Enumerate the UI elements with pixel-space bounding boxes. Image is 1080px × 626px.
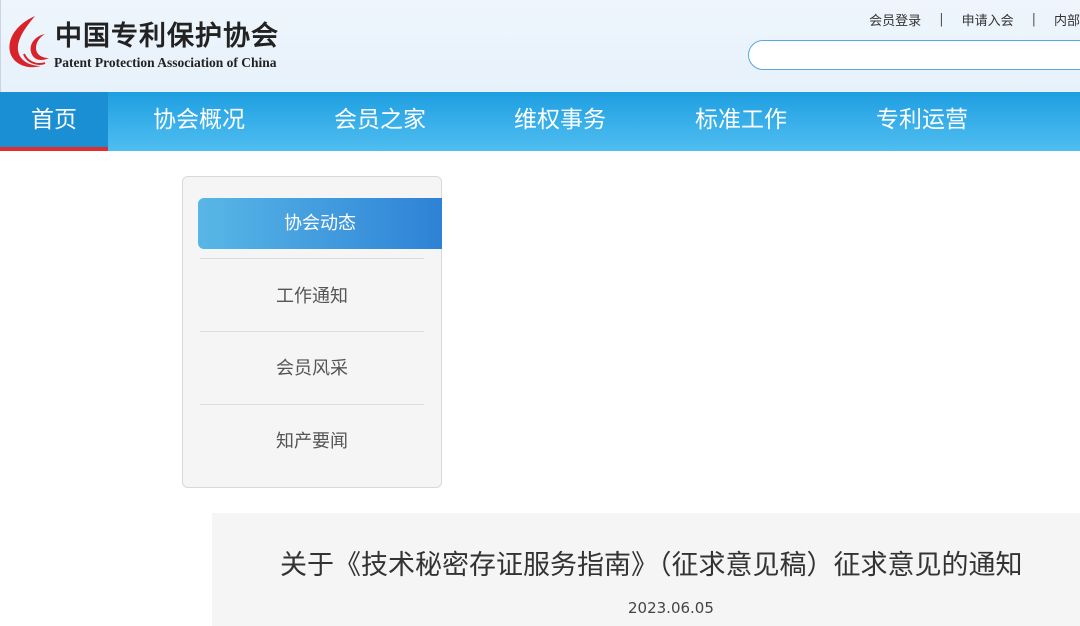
sidebar-item-member-showcase[interactable]: 会员风采 [199,343,425,394]
apply-membership-link[interactable]: 申请入会 [962,10,1014,29]
article-date: 2023.06.05 [628,599,714,617]
sidebar-item-work-notices[interactable]: 工作通知 [199,271,425,322]
nav-item-patent-operation[interactable]: 专利运营 [851,92,993,151]
nav-item-about[interactable]: 协会概况 [128,92,270,151]
nav-item-rights-protection[interactable]: 维权事务 [489,92,631,151]
nav-item-standards[interactable]: 标准工作 [670,92,812,151]
link-separator: | [939,11,944,27]
nav-item-members[interactable]: 会员之家 [309,92,451,151]
search-input[interactable] [748,40,1080,70]
sidebar: 协会动态 工作通知 会员风采 知产要闻 [182,176,442,488]
member-login-link[interactable]: 会员登录 [869,10,921,29]
nav-item-home[interactable]: 首页 [0,92,108,151]
sidebar-item-association-news[interactable]: 协会动态 [198,198,442,249]
site-header: 中国专利保护协会 Patent Protection Association o… [0,0,1080,92]
logo-chinese-name: 中国专利保护协会 [55,21,279,52]
sidebar-divider [200,404,424,405]
sidebar-item-ip-news[interactable]: 知产要闻 [199,416,425,467]
internal-link[interactable]: 内部 [1054,10,1080,29]
logo-english-name: Patent Protection Association of China [54,55,277,70]
article-title: 关于《技术秘密存证服务指南》（征求意见稿）征求意见的通知 [280,550,1023,581]
site-logo[interactable]: 中国专利保护协会 Patent Protection Association o… [5,12,305,76]
top-links: 会员登录 | 申请入会 | 内部 [869,10,1080,29]
link-separator: | [1031,11,1036,27]
sidebar-divider [200,331,424,332]
article-panel: 关于《技术秘密存证服务指南》（征求意见稿）征求意见的通知 2023.06.05 [212,513,1080,626]
main-nav: 首页 协会概况 会员之家 维权事务 标准工作 专利运营 [0,92,1080,151]
sidebar-divider [200,258,424,259]
ppac-logo-icon [9,16,49,68]
